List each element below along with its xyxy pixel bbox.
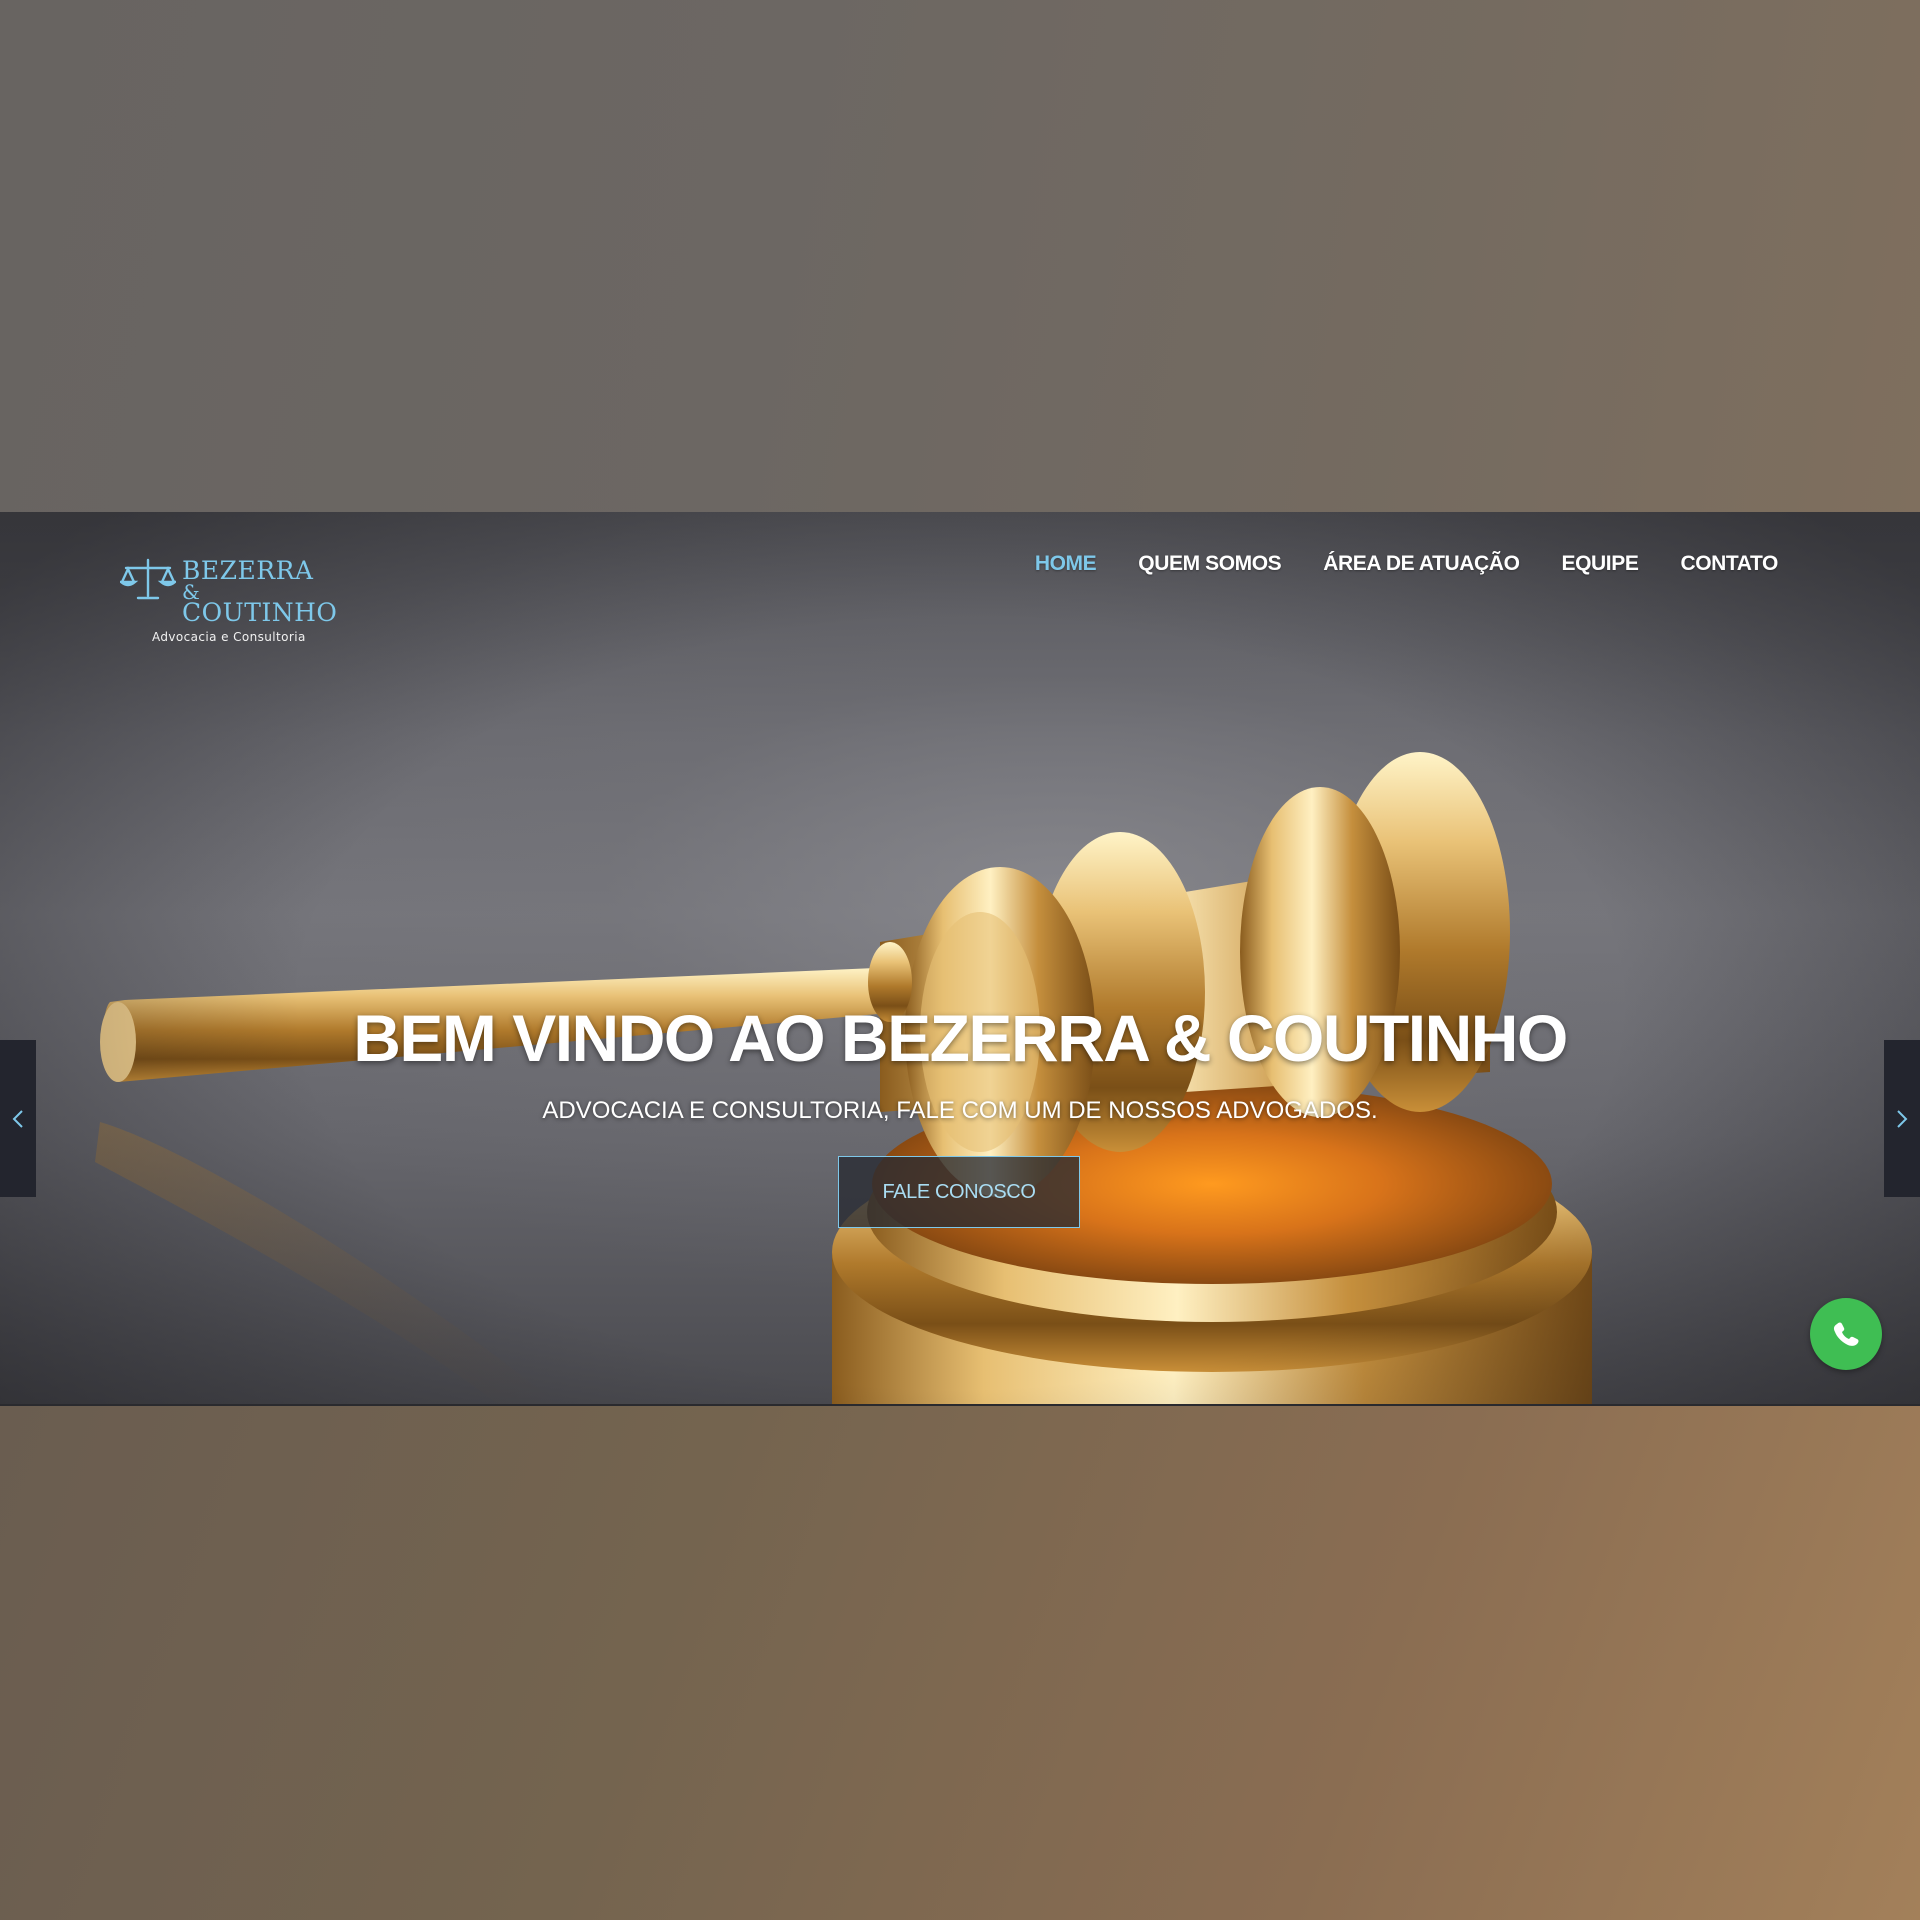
hero-title: BEM VINDO AO BEZERRA & COUTINHO <box>353 1001 1568 1075</box>
main-navigation: HOME QUEM SOMOS ÁREA DE ATUAÇÃO EQUIPE C… <box>1035 552 1779 576</box>
nav-item-area-de-atuacao[interactable]: ÁREA DE ATUAÇÃO <box>1323 552 1520 576</box>
hero-subtitle: ADVOCACIA E CONSULTORIA, FALE COM UM DE … <box>542 1097 1378 1124</box>
contact-us-button[interactable]: FALE CONOSCO <box>838 1156 1080 1228</box>
slider-next-button[interactable] <box>1884 1040 1920 1197</box>
nav-item-quem-somos[interactable]: QUEM SOMOS <box>1138 552 1281 576</box>
chevron-left-icon <box>12 1109 23 1128</box>
chevron-right-icon <box>1897 1109 1908 1128</box>
nav-item-contato[interactable]: CONTATO <box>1680 552 1778 576</box>
hero-section: BEZERRA & COUTINHO Advocacia e Consultor… <box>0 512 1920 1406</box>
whatsapp-button[interactable] <box>1810 1298 1882 1370</box>
page-background-bottom <box>0 1406 1920 1920</box>
whatsapp-phone-icon <box>1833 1322 1859 1346</box>
logo-tagline: Advocacia e Consultoria <box>152 630 306 644</box>
logo-name-line1: BEZERRA <box>182 556 314 585</box>
site-logo[interactable]: BEZERRA & COUTINHO Advocacia e Consultor… <box>120 536 350 644</box>
slider-prev-button[interactable] <box>0 1040 36 1197</box>
logo-name-line3: COUTINHO <box>182 598 338 627</box>
nav-item-equipe[interactable]: EQUIPE <box>1562 552 1639 576</box>
scales-of-justice-icon <box>120 558 176 600</box>
hero-bottom-border <box>0 1404 1920 1406</box>
gavel-illustration <box>95 752 1592 1406</box>
nav-item-home[interactable]: HOME <box>1035 552 1097 576</box>
page-background-top <box>0 0 1920 512</box>
